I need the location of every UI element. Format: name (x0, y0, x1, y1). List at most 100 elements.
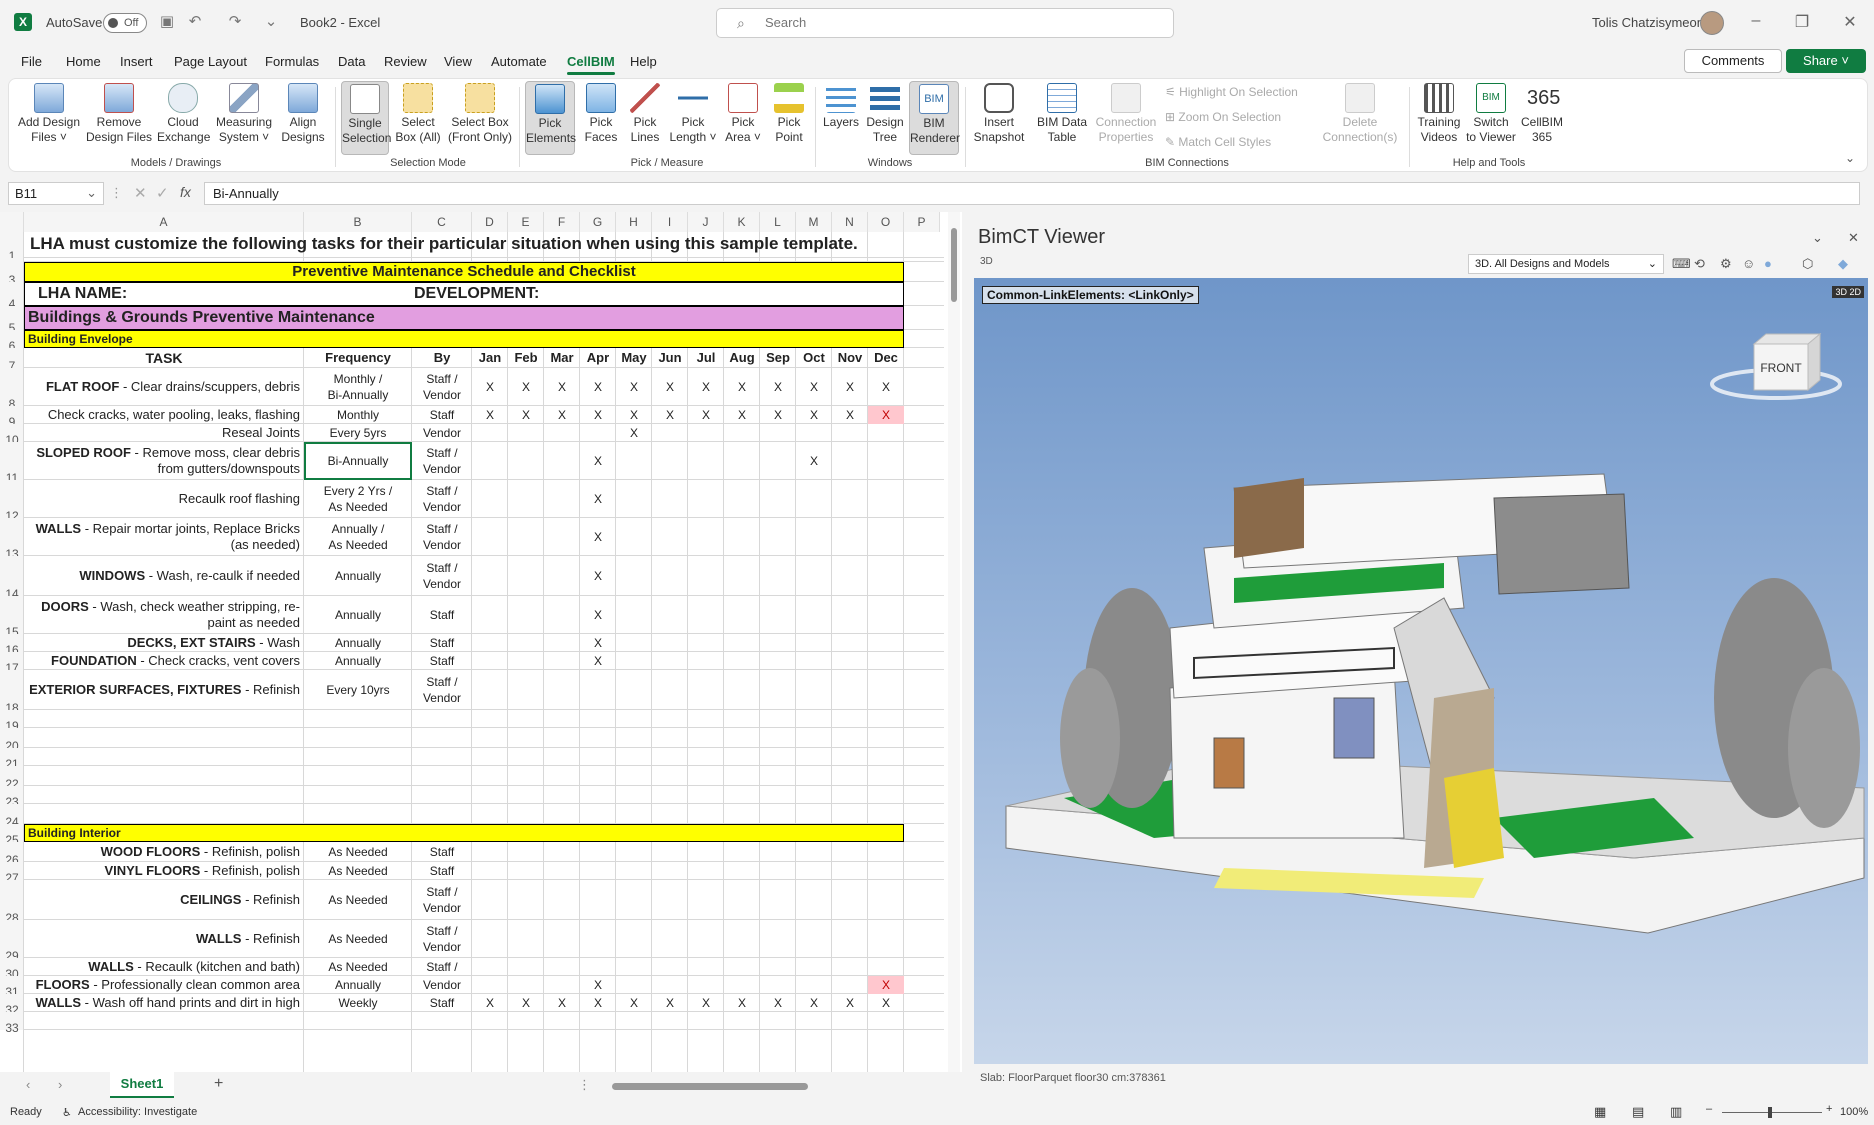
cancel-icon[interactable]: ✕ (134, 184, 147, 202)
cellbim-365-button[interactable]: 365 CellBIM 365 (1519, 81, 1565, 145)
column-header[interactable]: N (832, 212, 868, 232)
task-cell[interactable]: WINDOWS - Wash, re-caulk if needed (24, 556, 304, 596)
frequency-cell[interactable]: Annually / As Needed (304, 518, 412, 556)
column-header[interactable]: E (508, 212, 544, 232)
schedule-mark[interactable]: X (868, 406, 904, 424)
delete-connections-button[interactable]: Delete Connection(s) (1317, 81, 1403, 145)
schedule-mark[interactable]: X (796, 994, 832, 1012)
tab-file[interactable]: File (21, 54, 42, 69)
design-model-select[interactable]: 3D. All Designs and Models ⌄ (1468, 254, 1664, 274)
tab-automate[interactable]: Automate (491, 54, 547, 69)
person-icon[interactable]: ☺ (1742, 256, 1755, 271)
lha-name-label[interactable]: LHA NAME: (24, 282, 412, 306)
column-label[interactable]: By (412, 348, 472, 368)
row-header[interactable]: 5 (0, 306, 24, 335)
task-cell[interactable]: FLAT ROOF - Clear drains/scuppers, debri… (24, 368, 304, 406)
schedule-mark[interactable]: X (868, 994, 904, 1012)
remove-design-files-button[interactable]: Remove Design Files (85, 81, 153, 145)
display-style-icon[interactable]: ◆ (1838, 256, 1848, 272)
column-header[interactable]: M (796, 212, 832, 232)
restore-icon[interactable]: ❐ (1792, 12, 1812, 32)
enter-icon[interactable]: ✓ (156, 184, 169, 202)
frequency-cell[interactable]: As Needed (304, 842, 412, 862)
task-cell[interactable]: Reseal Joints (24, 424, 304, 442)
schedule-mark[interactable]: X (652, 368, 688, 406)
row-header[interactable]: 7 (0, 348, 24, 373)
3d-scene[interactable]: Common-LinkElements: <LinkOnly> 3D 2D FR… (974, 278, 1868, 1064)
row-header[interactable]: 28 (0, 880, 24, 925)
light-icon[interactable]: ● (1764, 256, 1772, 271)
tab-cellbim[interactable]: CellBIM (567, 54, 615, 75)
frequency-cell[interactable]: Monthly (304, 406, 412, 424)
frequency-cell[interactable]: As Needed (304, 920, 412, 958)
page-break-view-icon[interactable]: ▥ (1670, 1104, 1682, 1120)
section-box-icon[interactable]: ⬡ (1802, 256, 1813, 272)
schedule-mark[interactable]: X (580, 994, 616, 1012)
row-header[interactable]: 10 (0, 424, 24, 447)
frequency-cell[interactable]: As Needed (304, 880, 412, 920)
normal-view-icon[interactable]: ▦ (1594, 1104, 1606, 1120)
column-header[interactable]: P (904, 212, 940, 232)
customize-toolbar-icon[interactable]: ⌄ (262, 13, 280, 31)
frequency-cell[interactable]: Annually (304, 634, 412, 652)
pick-lines-button[interactable]: Pick Lines (625, 81, 665, 145)
schedule-mark[interactable]: X (868, 976, 904, 994)
horizontal-scrollbar[interactable] (600, 1079, 940, 1093)
schedule-mark[interactable]: X (760, 368, 796, 406)
row-header[interactable]: 12 (0, 480, 24, 523)
name-box[interactable]: B11 ⌄ (8, 182, 104, 205)
frequency-cell[interactable]: Every 2 Yrs / As Needed (304, 480, 412, 518)
schedule-mark[interactable]: X (796, 368, 832, 406)
by-cell[interactable]: Staff (412, 842, 472, 862)
insert-snapshot-button[interactable]: Insert Snapshot (971, 81, 1027, 145)
column-label[interactable]: Sep (760, 348, 796, 368)
reset-view-icon[interactable]: ⟲ (1694, 256, 1705, 272)
column-label[interactable]: Oct (796, 348, 832, 368)
row-header[interactable]: 21 (0, 748, 24, 771)
task-cell[interactable]: SLOPED ROOF - Remove moss, clear debris f… (24, 442, 304, 480)
task-cell[interactable]: DOORS - Wash, check weather stripping, r… (24, 596, 304, 634)
column-header[interactable]: C (412, 212, 472, 232)
tab-insert[interactable]: Insert (120, 54, 153, 69)
column-label[interactable]: Dec (868, 348, 904, 368)
schedule-mark[interactable]: X (508, 368, 544, 406)
column-header[interactable]: G (580, 212, 616, 232)
avatar[interactable] (1700, 11, 1724, 35)
column-label[interactable]: Jan (472, 348, 508, 368)
by-cell[interactable]: Vendor (412, 424, 472, 442)
by-cell[interactable]: Staff / Vendor (412, 442, 472, 480)
frequency-cell[interactable]: As Needed (304, 862, 412, 880)
column-header[interactable]: H (616, 212, 652, 232)
by-cell[interactable]: Staff / Vendor (412, 480, 472, 518)
task-cell[interactable]: EXTERIOR SURFACES, FIXTURES - Refinish (24, 670, 304, 710)
row-header[interactable]: 23 (0, 786, 24, 809)
formula-input[interactable]: Bi-Annually (204, 182, 1860, 205)
development-label[interactable]: DEVELOPMENT: (412, 282, 904, 306)
schedule-mark[interactable]: X (544, 406, 580, 424)
row-header[interactable]: 25 (0, 824, 24, 847)
task-cell[interactable]: Check cracks, water pooling, leaks, flas… (24, 406, 304, 424)
column-header[interactable]: D (472, 212, 508, 232)
column-header[interactable]: B (304, 212, 412, 232)
undo-icon[interactable]: ↶ (186, 13, 204, 31)
schedule-mark[interactable]: X (724, 406, 760, 424)
column-header[interactable]: A (24, 212, 304, 232)
design-tree-button[interactable]: Design Tree (865, 81, 905, 145)
schedule-mark[interactable]: X (616, 406, 652, 424)
settings-icon[interactable]: ⚙ (1720, 256, 1732, 272)
frequency-cell[interactable]: Weekly (304, 994, 412, 1012)
select-box-all-button[interactable]: Select Box (All) (393, 81, 443, 145)
schedule-mark[interactable]: X (652, 994, 688, 1012)
insert-function-icon[interactable]: fx (180, 184, 191, 200)
column-header[interactable]: J (688, 212, 724, 232)
zoom-on-selection-button[interactable]: ⊞ Zoom On Selection (1165, 110, 1281, 124)
by-cell[interactable]: Staff (412, 652, 472, 670)
tab-formulas[interactable]: Formulas (265, 54, 319, 69)
search-input[interactable] (765, 15, 1145, 30)
highlight-on-selection-button[interactable]: ⚟ Highlight On Selection (1165, 85, 1298, 99)
tab-data[interactable]: Data (338, 54, 365, 69)
column-label[interactable]: May (616, 348, 652, 368)
task-cell[interactable]: CEILINGS - Refinish (24, 880, 304, 920)
row-header[interactable]: 9 (0, 406, 24, 429)
zoom-out-icon[interactable]: – (1706, 1103, 1712, 1115)
